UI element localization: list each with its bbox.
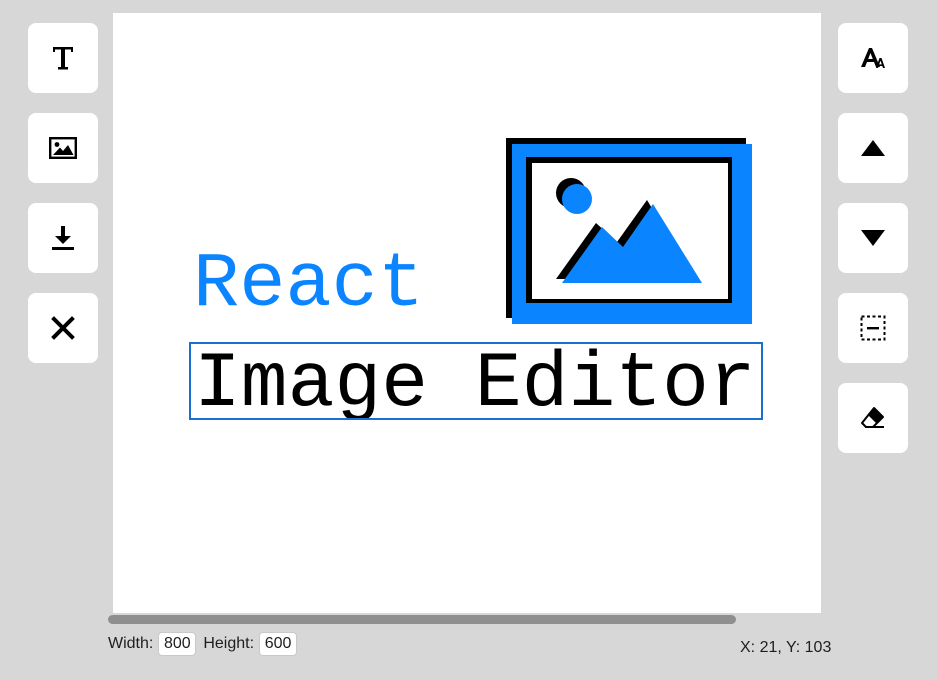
image-editor-text[interactable]: Image Editor: [194, 346, 756, 418]
image-icon: [49, 137, 77, 159]
react-text-layer[interactable]: React: [193, 247, 424, 324]
image-editor-app: React Image Editor Width: 800 Height: 60…: [0, 0, 937, 680]
eraser-button[interactable]: [838, 383, 908, 453]
width-label: Width:: [108, 635, 154, 652]
add-text-button[interactable]: [28, 23, 98, 93]
move-layer-up-button[interactable]: [838, 113, 908, 183]
add-image-button[interactable]: [28, 113, 98, 183]
triangle-down-icon: [861, 230, 885, 246]
eraser-icon: [861, 407, 884, 428]
font-size-button[interactable]: [838, 23, 908, 93]
font-size-icon: [861, 48, 885, 68]
close-button[interactable]: [28, 293, 98, 363]
selected-text-layer[interactable]: Image Editor: [189, 342, 763, 420]
close-icon: [51, 316, 75, 340]
image-logo-graphic[interactable]: [506, 138, 756, 328]
horizontal-scrollbar[interactable]: [108, 615, 736, 624]
download-button[interactable]: [28, 203, 98, 273]
cursor-coordinates: X: 21, Y: 103: [740, 639, 832, 656]
width-input[interactable]: 800: [158, 632, 197, 656]
move-layer-down-button[interactable]: [838, 203, 908, 273]
height-input[interactable]: 600: [259, 632, 298, 656]
deselect-button[interactable]: [838, 293, 908, 363]
editor-canvas[interactable]: React Image Editor: [113, 13, 821, 613]
canvas-dimensions: Width: 800 Height: 600: [108, 632, 304, 656]
dashed-square-minus-icon: [860, 315, 886, 341]
download-icon: [52, 226, 74, 250]
text-icon: [53, 47, 73, 70]
height-label: Height:: [203, 635, 255, 652]
triangle-up-icon: [861, 140, 885, 156]
